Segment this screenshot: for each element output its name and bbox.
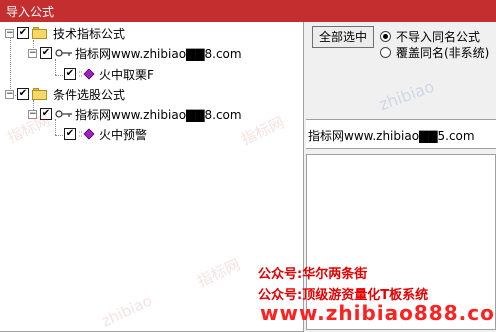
checkbox[interactable]: ✔ <box>17 88 29 100</box>
tree-node-label: 火中取栗F <box>99 67 154 82</box>
folder-icon <box>32 88 48 100</box>
radio-button[interactable] <box>380 31 391 42</box>
radio-overwrite-duplicates[interactable]: 覆盖同名(非系统) <box>380 44 489 61</box>
folder-icon <box>32 27 48 39</box>
tree-node-label: 技术指标公式 <box>53 26 126 41</box>
collapse-icon[interactable]: − <box>5 89 14 99</box>
tree-node-category[interactable]: − ✔ 条件选股公式 <box>5 86 125 102</box>
source-text: 指标网www.zhibiao▇▇5.com <box>308 129 475 143</box>
tree-line <box>55 135 63 136</box>
checkbox[interactable]: ✔ <box>64 128 76 140</box>
diamond-icon <box>79 128 95 140</box>
diamond-icon <box>79 68 95 80</box>
checkbox[interactable]: ✔ <box>40 47 52 59</box>
tree-line <box>55 59 56 75</box>
tree-node-label: 指标网www.zhibiao▇▇8.com <box>75 46 242 61</box>
tree-node-label: 指标网www.zhibiao▇▇8.com <box>75 107 242 122</box>
radio-label: 覆盖同名(非系统) <box>396 46 490 60</box>
promo-line-1: 公众号:华尔两条街 <box>258 267 368 282</box>
tree-node-group[interactable]: − ✔ 指标网www.zhibiao▇▇8.com <box>28 106 242 122</box>
tree-node-formula[interactable]: ✔ 火中预警 <box>64 126 147 142</box>
window-title: 导入公式 <box>6 5 55 19</box>
radio-label: 不导入同名公式 <box>396 30 481 44</box>
key-icon <box>55 49 72 57</box>
tree-line <box>55 75 63 76</box>
checkbox[interactable]: ✔ <box>64 68 76 80</box>
select-all-button[interactable]: 全部选中 <box>312 26 374 48</box>
checkbox[interactable]: ✔ <box>17 27 29 39</box>
tree-node-category[interactable]: − ✔ 技术指标公式 <box>5 25 125 41</box>
formula-source-box: 指标网www.zhibiao▇▇5.com <box>306 119 496 149</box>
collapse-icon[interactable]: − <box>5 28 14 38</box>
tree-node-group[interactable]: − ✔ 指标网www.zhibiao▇▇8.com <box>28 45 242 61</box>
key-icon <box>55 110 72 118</box>
radio-button[interactable] <box>380 47 391 58</box>
tree-node-label: 条件选股公式 <box>53 87 126 102</box>
tree-node-label: 火中预警 <box>99 127 148 142</box>
collapse-icon[interactable]: − <box>28 48 37 58</box>
tree-node-formula[interactable]: ✔ 火中取栗F <box>64 66 154 82</box>
radio-skip-duplicates[interactable]: 不导入同名公式 <box>380 28 480 45</box>
promo-url: www.zhibiao888.com <box>260 301 496 325</box>
title-bar[interactable]: 导入公式 <box>0 0 496 22</box>
